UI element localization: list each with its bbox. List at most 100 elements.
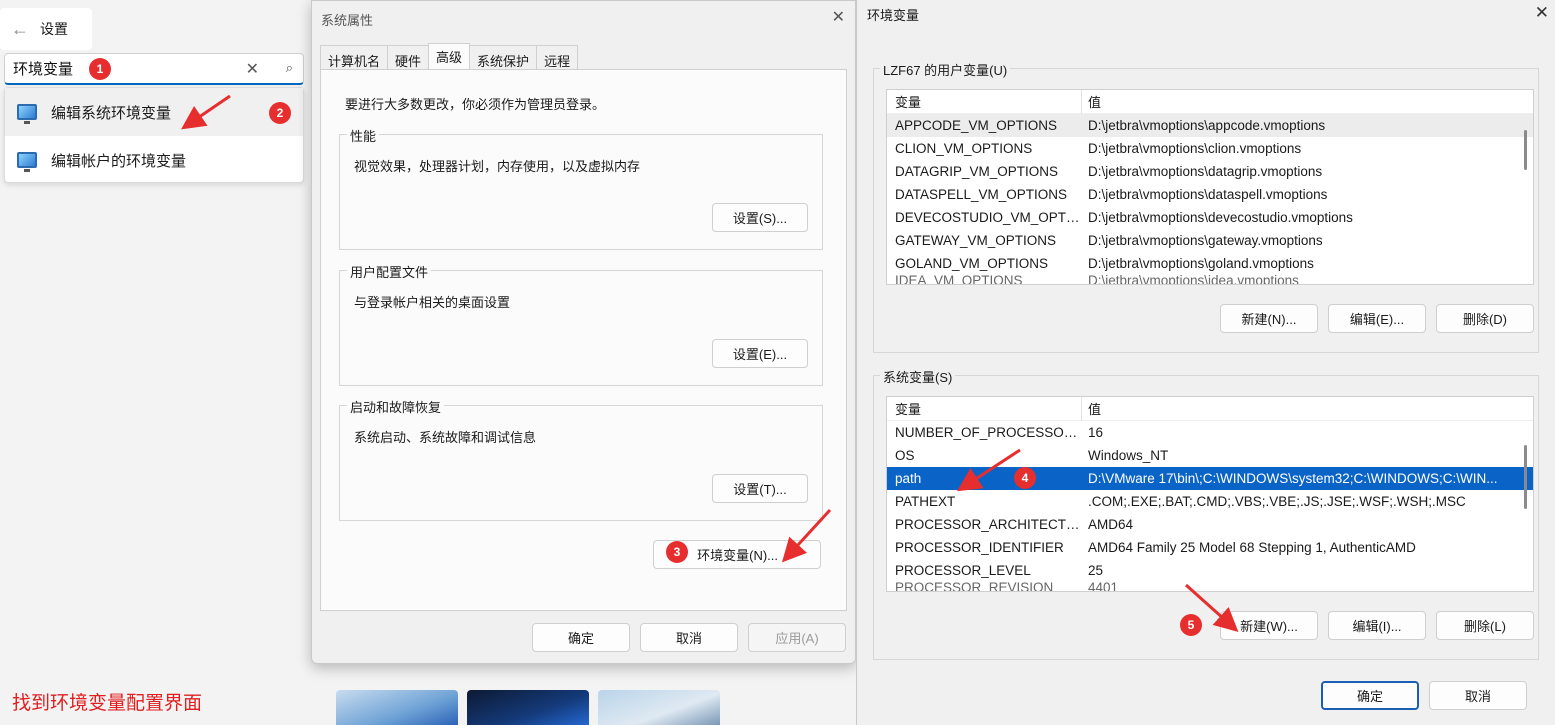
var-value: D:\jetbra\vmoptions\devecostudio.vmoptio… xyxy=(1088,210,1353,225)
column-header-value[interactable]: 值 xyxy=(1082,92,1101,111)
cancel-button[interactable]: 取消 xyxy=(640,623,738,652)
var-name: PROCESSOR_IDENTIFIER xyxy=(895,540,1064,555)
user-variables-table[interactable]: 变量 值 APPCODE_VM_OPTIONS D:\jetbra\vmoptio… xyxy=(886,89,1534,285)
var-value: AMD64 Family 25 Model 68 Stepping 1, Aut… xyxy=(1088,540,1416,555)
user-delete-button[interactable]: 删除(D) xyxy=(1436,304,1534,333)
user-edit-button[interactable]: 编辑(E)... xyxy=(1328,304,1426,333)
var-name: NUMBER_OF_PROCESSORS xyxy=(895,425,1080,440)
var-name: IDEA_VM_OPTIONS xyxy=(895,275,1023,285)
var-name: path xyxy=(895,471,922,486)
table-header: 变量 值 xyxy=(887,397,1533,421)
system-new-button[interactable]: 新建(W)... xyxy=(1220,611,1318,640)
var-name: PATHEXT xyxy=(895,494,956,509)
dialog-title: 环境变量 xyxy=(867,8,920,23)
var-value: D:\jetbra\vmoptions\goland.vmoptions xyxy=(1088,256,1314,271)
var-value: AMD64 xyxy=(1088,517,1134,532)
table-row[interactable]: IDEA_VM_OPTIONS D:\jetbra\vmoptions\idea.… xyxy=(887,275,1533,285)
group-label: 性能 xyxy=(347,126,380,145)
monitor-icon xyxy=(17,104,37,124)
var-name: PROCESSOR_ARCHITECTURE xyxy=(895,517,1080,532)
performance-group: 性能 视觉效果，处理器计划，内存使用，以及虚拟内存 设置(S)... xyxy=(339,126,823,250)
table-row[interactable]: PROCESSOR_ARCHITECTURE AMD64 xyxy=(887,513,1533,536)
step-badge-4: 4 xyxy=(1014,467,1036,489)
wallpaper-thumb[interactable] xyxy=(467,690,589,725)
system-delete-button[interactable]: 删除(L) xyxy=(1436,611,1534,640)
close-icon[interactable]: ✕ xyxy=(832,7,845,27)
table-row[interactable]: PROCESSOR_REVISION 4401 xyxy=(887,582,1533,592)
column-header-variable[interactable]: 变量 xyxy=(887,90,1082,114)
step-badge-1: 1 xyxy=(89,58,111,80)
performance-settings-button[interactable]: 设置(S)... xyxy=(712,203,808,232)
wallpaper-thumb[interactable] xyxy=(598,690,720,725)
table-row-selected[interactable]: path D:\VMware 17\bin\;C:\WINDOWS\system3… xyxy=(887,467,1533,490)
user-profile-group: 用户配置文件 与登录帐户相关的桌面设置 设置(E)... xyxy=(339,262,823,386)
table-row[interactable]: GATEWAY_VM_OPTIONS D:\jetbra\vmoptions\ga… xyxy=(887,229,1533,252)
var-name: OS xyxy=(895,448,915,463)
var-name: APPCODE_VM_OPTIONS xyxy=(895,118,1058,133)
var-name: PROCESSOR_LEVEL xyxy=(895,563,1031,578)
close-icon[interactable]: ✕ xyxy=(1535,3,1549,23)
user-variables-group: LZF67 的用户变量(U) 变量 值 APPCODE_VM_OPTIONS D:… xyxy=(873,60,1539,353)
back-arrow-icon[interactable]: ← xyxy=(0,19,40,40)
monitor-icon xyxy=(17,152,37,172)
apply-button[interactable]: 应用(A) xyxy=(748,623,846,652)
system-variables-group: 系统变量(S) 变量 值 NUMBER_OF_PROCESSORS 16 OS Wi… xyxy=(873,367,1539,660)
group-desc: 系统启动、系统故障和调试信息 xyxy=(354,430,537,445)
table-row[interactable]: PROCESSOR_LEVEL 25 xyxy=(887,559,1533,582)
scrollbar[interactable] xyxy=(1524,445,1527,509)
column-header-variable[interactable]: 变量 xyxy=(887,397,1082,421)
profile-settings-button[interactable]: 设置(E)... xyxy=(712,339,808,368)
clear-icon[interactable]: ✕ xyxy=(246,59,259,79)
environment-variables-dialog: 环境变量 ✕ LZF67 的用户变量(U) 变量 值 APPCODE_VM_OP… xyxy=(856,0,1555,725)
startup-settings-button[interactable]: 设置(T)... xyxy=(712,474,808,503)
system-variables-table[interactable]: 变量 值 NUMBER_OF_PROCESSORS 16 OS Windows_NT… xyxy=(886,396,1534,592)
search-icon[interactable]: ⌕ xyxy=(286,60,293,76)
table-row[interactable]: PROCESSOR_IDENTIFIER AMD64 Family 25 Mode… xyxy=(887,536,1533,559)
var-value: 25 xyxy=(1088,563,1104,578)
wallpaper-thumb[interactable] xyxy=(336,690,458,725)
startup-recovery-group: 启动和故障恢复 系统启动、系统故障和调试信息 设置(T)... xyxy=(339,397,823,521)
group-label: 用户配置文件 xyxy=(347,262,432,281)
step-badge-2: 2 xyxy=(269,102,291,124)
env-cancel-button[interactable]: 取消 xyxy=(1429,681,1527,710)
result-label: 编辑系统环境变量 xyxy=(51,104,172,122)
var-value: D:\jetbra\vmoptions\clion.vmoptions xyxy=(1088,141,1302,156)
caption-text: 找到环境变量配置界面 xyxy=(12,693,203,714)
group-desc: 视觉效果，处理器计划，内存使用，以及虚拟内存 xyxy=(354,159,641,174)
settings-search-input[interactable]: 环境变量 ✕ ⌕ xyxy=(4,53,304,85)
table-row[interactable]: DATASPELL_VM_OPTIONS D:\jetbra\vmoptions\… xyxy=(887,183,1533,206)
table-row[interactable]: DEVECOSTUDIO_VM_OPTI... D:\jetbra\vmoptio… xyxy=(887,206,1533,229)
var-value: .COM;.EXE;.BAT;.CMD;.VBS;.VBE;.JS;.JSE;.… xyxy=(1088,494,1466,509)
group-label: LZF67 的用户变量(U) xyxy=(880,60,1011,79)
advanced-panel: 要进行大多数更改，你必须作为管理员登录。 性能 视觉效果，处理器计划，内存使用，… xyxy=(320,69,847,611)
group-desc: 与登录帐户相关的桌面设置 xyxy=(354,295,511,310)
ok-button[interactable]: 确定 xyxy=(532,623,630,652)
var-value: D:\jetbra\vmoptions\gateway.vmoptions xyxy=(1088,233,1323,248)
table-row[interactable]: APPCODE_VM_OPTIONS D:\jetbra\vmoptions\ap… xyxy=(887,114,1533,137)
var-value: D:\jetbra\vmoptions\datagrip.vmoptions xyxy=(1088,164,1323,179)
search-value[interactable]: 环境变量 xyxy=(13,58,73,79)
result-edit-system-env[interactable]: 编辑系统环境变量 xyxy=(5,88,303,136)
table-row[interactable]: CLION_VM_OPTIONS D:\jetbra\vmoptions\clio… xyxy=(887,137,1533,160)
table-row[interactable]: OS Windows_NT xyxy=(887,444,1533,467)
step-badge-5: 5 xyxy=(1180,614,1202,636)
var-name: DEVECOSTUDIO_VM_OPTI... xyxy=(895,210,1080,225)
env-ok-button[interactable]: 确定 xyxy=(1321,681,1419,710)
table-row[interactable]: GOLAND_VM_OPTIONS D:\jetbra\vmoptions\gol… xyxy=(887,252,1533,275)
dialog-title: 系统属性 xyxy=(321,13,374,28)
var-value: Windows_NT xyxy=(1088,448,1169,463)
table-header: 变量 值 xyxy=(887,90,1533,114)
var-name: GOLAND_VM_OPTIONS xyxy=(895,256,1049,271)
table-row[interactable]: PATHEXT .COM;.EXE;.BAT;.CMD;.VBS;.VBE;.JS… xyxy=(887,490,1533,513)
table-row[interactable]: NUMBER_OF_PROCESSORS 16 xyxy=(887,421,1533,444)
table-row[interactable]: DATAGRIP_VM_OPTIONS D:\jetbra\vmoptions\d… xyxy=(887,160,1533,183)
system-edit-button[interactable]: 编辑(I)... xyxy=(1328,611,1426,640)
group-label: 启动和故障恢复 xyxy=(347,397,445,416)
user-new-button[interactable]: 新建(N)... xyxy=(1220,304,1318,333)
scrollbar[interactable] xyxy=(1524,130,1527,170)
var-value: D:\jetbra\vmoptions\dataspell.vmoptions xyxy=(1088,187,1328,202)
column-header-value[interactable]: 值 xyxy=(1082,399,1101,418)
system-properties-dialog: 系统属性 ✕ 计算机名 硬件 高级 系统保护 远程 要进行大多数更改，你必须作为… xyxy=(311,0,856,664)
result-edit-account-env[interactable]: 编辑帐户的环境变量 xyxy=(5,136,303,184)
var-name: PROCESSOR_REVISION xyxy=(895,582,1054,592)
